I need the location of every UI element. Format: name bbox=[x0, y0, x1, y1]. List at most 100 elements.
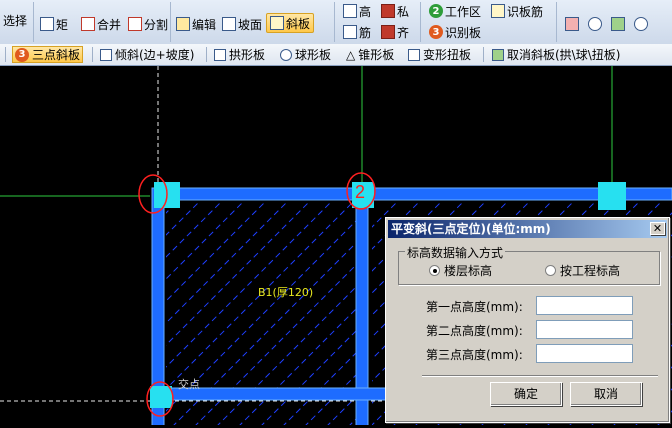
twist-slab-button[interactable]: 变形扭板 bbox=[406, 46, 473, 63]
arch-slab-button[interactable]: 拱形板 bbox=[212, 46, 267, 63]
tilt-button[interactable]: 倾斜(边+坡度) bbox=[98, 46, 196, 63]
pen-icon bbox=[611, 17, 625, 31]
height-label: 高 bbox=[359, 4, 372, 19]
hatch-line bbox=[0, 202, 89, 425]
dialog-title-bar[interactable]: 平变斜(三点定位)(单位:mm) ✕ bbox=[388, 220, 667, 238]
column[interactable] bbox=[598, 182, 626, 210]
point1-height-label: 第一点高度(mm): bbox=[426, 300, 523, 314]
group-title: 标高数据输入方式 bbox=[405, 244, 506, 261]
hatch-line bbox=[0, 202, 45, 425]
hatch-line bbox=[0, 202, 133, 425]
ribbon-separator bbox=[556, 2, 557, 42]
point3-height-label: 第三点高度(mm): bbox=[426, 348, 523, 362]
arch-slab-icon bbox=[214, 48, 226, 61]
hatch-line bbox=[0, 202, 23, 425]
rebar-button[interactable]: 筋 bbox=[340, 22, 374, 42]
hatch-line bbox=[0, 202, 111, 425]
identify-slab-button[interactable]: 3 识别板 bbox=[426, 22, 484, 42]
sloped-slab-label: 斜板 bbox=[286, 16, 311, 31]
point3-height-input[interactable] bbox=[536, 344, 633, 363]
cancel-button[interactable]: 取消 bbox=[570, 382, 642, 406]
slope-face-label: 坡面 bbox=[238, 17, 263, 32]
identify-rebar-button[interactable]: 识板筋 bbox=[488, 1, 546, 21]
hatch-line bbox=[0, 202, 133, 425]
beam-top[interactable] bbox=[151, 187, 672, 201]
hatch-line bbox=[0, 202, 1, 425]
point1-height-input[interactable] bbox=[536, 296, 633, 315]
select-button[interactable]: 选择 bbox=[0, 10, 30, 30]
ribbon-separator bbox=[334, 2, 335, 42]
close-icon: ✕ bbox=[652, 222, 663, 235]
magnifier-icon bbox=[634, 17, 648, 31]
dialog-title: 平变斜(三点定位)(单位:mm) bbox=[391, 222, 551, 236]
point2-height-input[interactable] bbox=[536, 320, 633, 339]
split-button[interactable]: 分割 bbox=[125, 14, 171, 34]
ribbon-separator bbox=[33, 2, 34, 42]
radio-project-elevation[interactable]: 按工程标高 bbox=[545, 262, 620, 279]
tilt-label: 倾斜(边+坡度) bbox=[115, 48, 195, 62]
arch-slab-label: 拱形板 bbox=[229, 48, 266, 62]
radio-dot-selected bbox=[429, 265, 440, 276]
dialog-divider bbox=[422, 375, 658, 377]
select-label: 选择 bbox=[3, 13, 28, 28]
sphere-slab-button[interactable]: 球形板 bbox=[278, 46, 333, 63]
number-2-icon: 2 bbox=[429, 4, 443, 18]
point2-height-label: 第二点高度(mm): bbox=[426, 324, 523, 338]
radio-floor-elevation-label: 楼层标高 bbox=[444, 264, 493, 278]
edit-button[interactable]: 编辑 bbox=[173, 14, 219, 34]
merge-icon bbox=[81, 17, 95, 31]
hatch-line bbox=[0, 202, 111, 425]
ok-button[interactable]: 确定 bbox=[490, 382, 562, 406]
twist-slab-icon bbox=[408, 48, 420, 61]
identify-rebar-icon bbox=[491, 4, 505, 18]
radio-floor-elevation[interactable]: 楼层标高 bbox=[429, 262, 492, 279]
radio-dot bbox=[545, 265, 556, 276]
edit-label: 编辑 bbox=[192, 17, 217, 32]
intersection-label: 交点 bbox=[178, 377, 200, 391]
private-icon bbox=[381, 4, 395, 18]
align-icon bbox=[381, 25, 395, 39]
zoom-icon bbox=[588, 17, 602, 31]
private-button[interactable]: 私 bbox=[378, 1, 412, 21]
height-button[interactable]: 高 bbox=[340, 1, 374, 21]
cone-slab-button[interactable]: △ 锥形板 bbox=[344, 46, 396, 63]
rebar-label: 筋 bbox=[359, 25, 372, 40]
pen-button[interactable] bbox=[608, 14, 628, 34]
toolbar-separator bbox=[92, 47, 93, 62]
zoom-button[interactable] bbox=[585, 14, 605, 34]
slope-face-button[interactable]: 坡面 bbox=[219, 14, 265, 34]
toolbar-separator bbox=[206, 47, 207, 62]
close-button[interactable]: ✕ bbox=[650, 222, 665, 235]
split-label: 分割 bbox=[144, 17, 169, 32]
rect-label: 矩 bbox=[56, 17, 69, 32]
align-button[interactable]: 齐 bbox=[378, 22, 412, 42]
three-point-slab-button[interactable]: 3 三点斜板 bbox=[12, 46, 84, 63]
merge-label: 合并 bbox=[97, 17, 122, 32]
sloped-slab-button[interactable]: 斜板 bbox=[266, 13, 315, 33]
slope-face-icon bbox=[222, 17, 236, 31]
cancel-slope-button[interactable]: 取消斜板(拱\球\扭板) bbox=[490, 46, 622, 63]
ribbon-separator bbox=[170, 2, 171, 42]
rectangle-icon bbox=[40, 17, 54, 31]
column[interactable] bbox=[150, 386, 172, 408]
tilt-icon bbox=[100, 48, 112, 61]
elevation-input-group: 标高数据输入方式 楼层标高 按工程标高 bbox=[398, 244, 660, 285]
sphere-slab-label: 球形板 bbox=[295, 48, 332, 62]
three-point-icon: 3 bbox=[15, 47, 29, 62]
sphere-slab-icon bbox=[280, 48, 292, 61]
split-icon bbox=[128, 17, 142, 31]
cone-slab-label: 锥形板 bbox=[358, 48, 395, 62]
sloped-slab-icon bbox=[270, 16, 284, 30]
radio-project-elevation-label: 按工程标高 bbox=[560, 264, 621, 278]
hatch-line bbox=[0, 202, 155, 425]
toolbar-separator bbox=[483, 47, 484, 62]
point-number-2: 2 bbox=[355, 182, 365, 202]
hatch-line bbox=[0, 202, 67, 425]
tool-button-1[interactable] bbox=[562, 14, 582, 34]
tool-icon bbox=[565, 17, 579, 31]
identify-slab-label: 识别板 bbox=[445, 25, 482, 40]
rect-button[interactable]: 矩 bbox=[37, 14, 71, 34]
magnifier-button[interactable] bbox=[631, 14, 651, 34]
merge-button[interactable]: 合并 bbox=[78, 14, 124, 34]
workspace-button[interactable]: 2 工作区 bbox=[426, 1, 484, 21]
